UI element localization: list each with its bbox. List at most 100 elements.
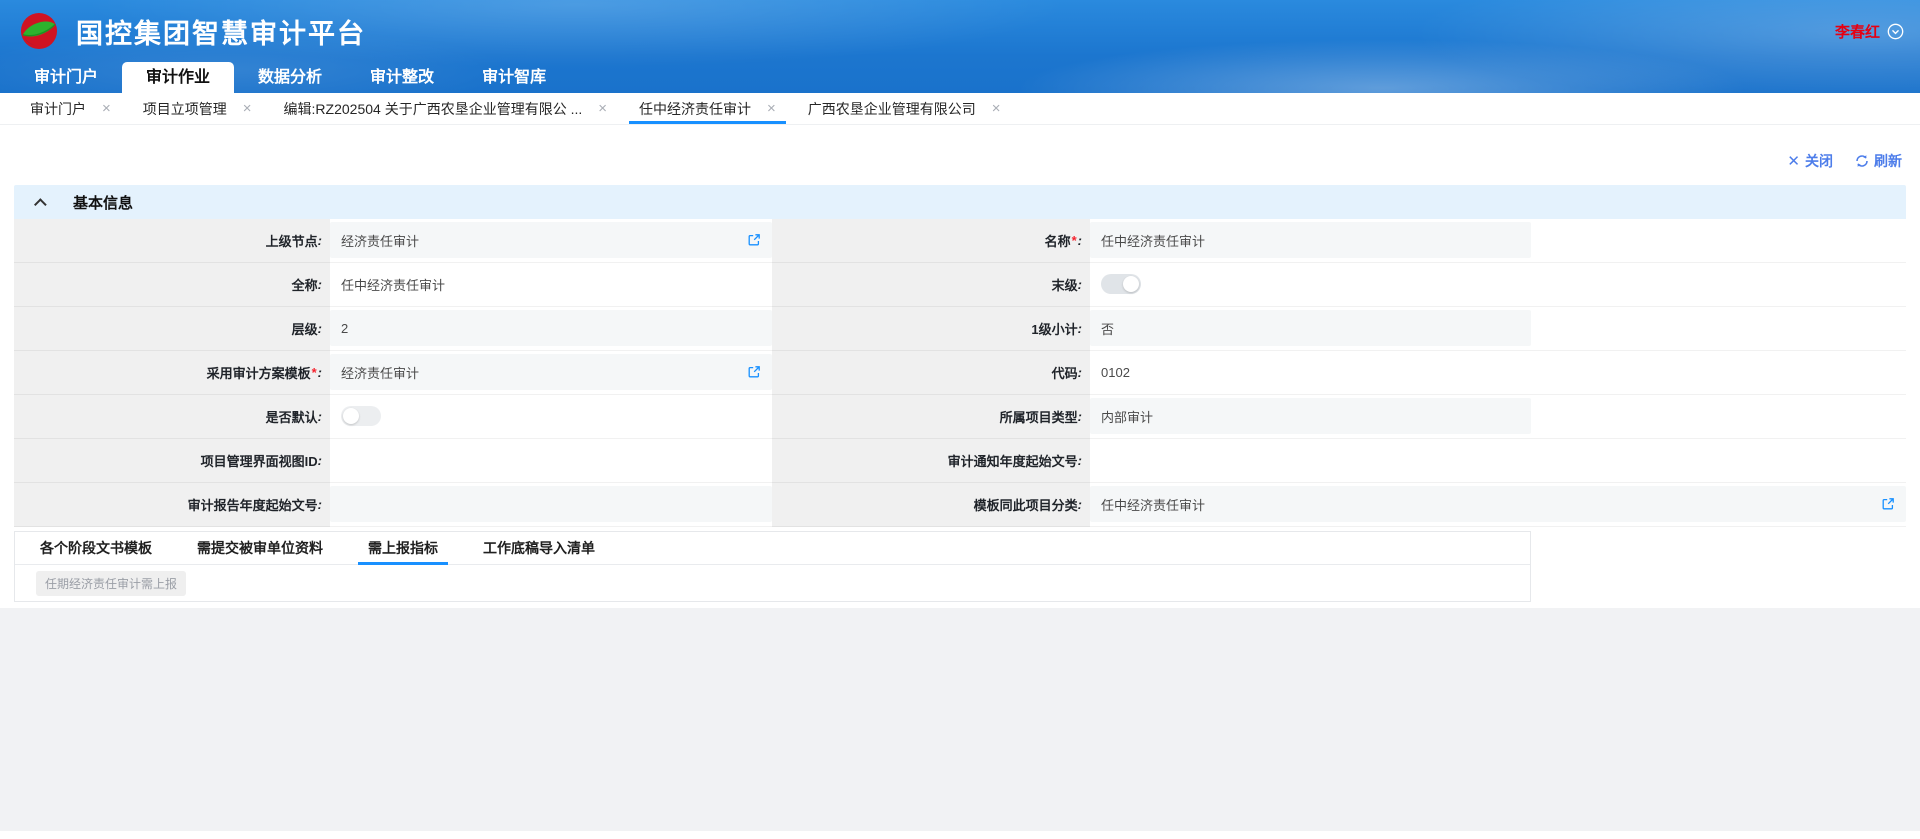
field-input[interactable]: 0102 [1090, 354, 1531, 390]
field-input[interactable] [330, 486, 772, 522]
detail-tab[interactable]: 工作底稿导入清单 [479, 532, 599, 564]
field-value-cell: 否 [1090, 307, 1531, 351]
close-tab-icon[interactable] [767, 101, 776, 116]
form-row: 所属项目类型 内部审计 [772, 395, 1906, 439]
refresh-icon [1855, 154, 1869, 168]
field-value-cell [330, 395, 772, 439]
form-row: 代码 0102 [772, 351, 1906, 395]
close-page-button[interactable]: 关闭 [1787, 151, 1833, 171]
required-asterisk [1072, 233, 1077, 248]
main-content: 关闭 刷新 基本信息 [0, 125, 1920, 608]
form-column-right: 名称 任中经济责任审计 [772, 219, 1906, 527]
field-value-cell: 任中经济责任审计 [1090, 483, 1906, 527]
workspace-tab[interactable]: 任中经济责任审计 [623, 93, 792, 124]
field-label: 是否默认 [14, 395, 330, 439]
field-value-cell: 内部审计 [1090, 395, 1531, 439]
field-input[interactable] [1090, 442, 1531, 478]
field-label: 所属项目类型 [772, 395, 1090, 439]
field-input[interactable] [330, 398, 772, 434]
app-header: 国控集团智慧审计平台 李春红 审计门户 审计作业 数据分析 [0, 0, 1920, 93]
panel-title: 基本信息 [73, 192, 133, 213]
field-label: 1级小计 [772, 307, 1090, 351]
field-input[interactable]: 2 [330, 310, 772, 346]
detail-section: 各个阶段文书模板 需提交被审单位资料 需上报指标 工作底稿导入清单 任期经济责任… [14, 531, 1531, 602]
page-toolbar: 关闭 刷新 [14, 125, 1906, 185]
form-row: 审计通知年度起始文号 [772, 439, 1906, 483]
field-input[interactable] [330, 442, 772, 478]
form-row: 上级节点 经济责任审计 [14, 219, 772, 263]
field-label: 采用审计方案模板 [14, 351, 330, 395]
field-input[interactable]: 经济责任审计 [330, 354, 772, 390]
form-row: 是否默认 [14, 395, 772, 439]
form-row: 名称 任中经济责任审计 [772, 219, 1906, 263]
detail-tab[interactable]: 各个阶段文书模板 [36, 532, 156, 564]
field-value-cell: 0102 [1090, 351, 1531, 395]
external-link-icon[interactable] [747, 365, 761, 379]
field-value-cell: 经济责任审计 [330, 219, 772, 263]
field-label: 末级 [772, 263, 1090, 307]
field-input[interactable]: 任中经济责任审计 [1090, 486, 1906, 522]
field-value-cell [330, 439, 772, 483]
external-link-icon[interactable] [747, 233, 761, 247]
field-label: 代码 [772, 351, 1090, 395]
nav-tab[interactable]: 数据分析 [234, 62, 346, 93]
basic-info-panel-header[interactable]: 基本信息 [14, 185, 1906, 219]
detail-tab[interactable]: 需上报指标 [364, 532, 442, 564]
report-indicator-chip[interactable]: 任期经济责任审计需上报 [36, 571, 186, 596]
form-row: 1级小计 否 [772, 307, 1906, 351]
detail-tabs: 各个阶段文书模板 需提交被审单位资料 需上报指标 工作底稿导入清单 [15, 532, 1530, 565]
form-row: 末级 [772, 263, 1906, 307]
nav-tab[interactable]: 审计整改 [346, 62, 458, 93]
field-input[interactable] [1090, 266, 1531, 302]
detail-tab[interactable]: 需提交被审单位资料 [193, 532, 327, 564]
chevron-down-icon[interactable] [1887, 23, 1904, 40]
form-row: 层级 2 [14, 307, 772, 351]
workspace-tab[interactable]: 审计门户 [14, 93, 127, 124]
field-label: 项目管理界面视图ID [14, 439, 330, 483]
field-value-cell [1090, 263, 1531, 307]
field-value-cell: 任中经济责任审计 [1090, 219, 1531, 263]
basic-info-form: 上级节点 经济责任审计 [14, 219, 1906, 527]
nav-tab[interactable]: 审计门户 [10, 62, 122, 93]
external-link-icon[interactable] [1881, 497, 1895, 511]
field-input[interactable]: 经济责任审计 [330, 222, 772, 258]
field-label: 审计通知年度起始文号 [772, 439, 1090, 483]
user-menu[interactable]: 李春红 [1835, 21, 1904, 42]
workspace-tab[interactable]: 广西农垦企业管理有限公司 [792, 93, 1017, 124]
workspace-tabbar: 审计门户 项目立项管理 编辑:RZ202504 关于广西农垦企业管理有限公 ..… [0, 93, 1920, 125]
toggle-switch[interactable] [1101, 274, 1141, 294]
form-row: 采用审计方案模板 经济责任审计 [14, 351, 772, 395]
field-input[interactable]: 否 [1090, 310, 1531, 346]
field-label: 模板同此项目分类 [772, 483, 1090, 527]
field-input[interactable]: 任中经济责任审计 [1090, 222, 1531, 258]
field-value-cell [1090, 439, 1531, 483]
close-tab-icon[interactable] [598, 101, 607, 116]
form-row: 项目管理界面视图ID [14, 439, 772, 483]
form-row: 模板同此项目分类 任中经济责任审计 [772, 483, 1906, 527]
field-label: 上级节点 [14, 219, 330, 263]
field-input[interactable]: 任中经济责任审计 [330, 266, 772, 302]
refresh-page-button[interactable]: 刷新 [1855, 151, 1902, 171]
close-tab-icon[interactable] [102, 101, 111, 116]
nav-tab[interactable]: 审计作业 [122, 62, 234, 93]
field-input[interactable]: 内部审计 [1090, 398, 1531, 434]
field-value-cell [330, 483, 772, 527]
close-icon [1787, 152, 1800, 170]
workspace-tab[interactable]: 编辑:RZ202504 关于广西农垦企业管理有限公 ... [268, 93, 623, 124]
bottom-strip [0, 831, 1920, 839]
field-value-cell: 2 [330, 307, 772, 351]
form-row: 审计报告年度起始文号 [14, 483, 772, 527]
page-background [0, 608, 1920, 831]
close-tab-icon[interactable] [243, 101, 252, 116]
workspace-tab[interactable]: 项目立项管理 [127, 93, 268, 124]
detail-tab-content: 任期经济责任审计需上报 [15, 565, 1530, 601]
field-value-cell: 任中经济责任审计 [330, 263, 772, 307]
nav-tab[interactable]: 审计智库 [458, 62, 570, 93]
main-nav: 审计门户 审计作业 数据分析 审计整改 审计智库 [0, 62, 1920, 93]
page-title: 国控集团智慧审计平台 [76, 12, 366, 51]
toggle-switch[interactable] [341, 406, 381, 426]
company-logo-icon [20, 12, 58, 50]
close-tab-icon[interactable] [992, 101, 1001, 116]
form-row: 全称 任中经济责任审计 [14, 263, 772, 307]
form-column-left: 上级节点 经济责任审计 [14, 219, 772, 527]
